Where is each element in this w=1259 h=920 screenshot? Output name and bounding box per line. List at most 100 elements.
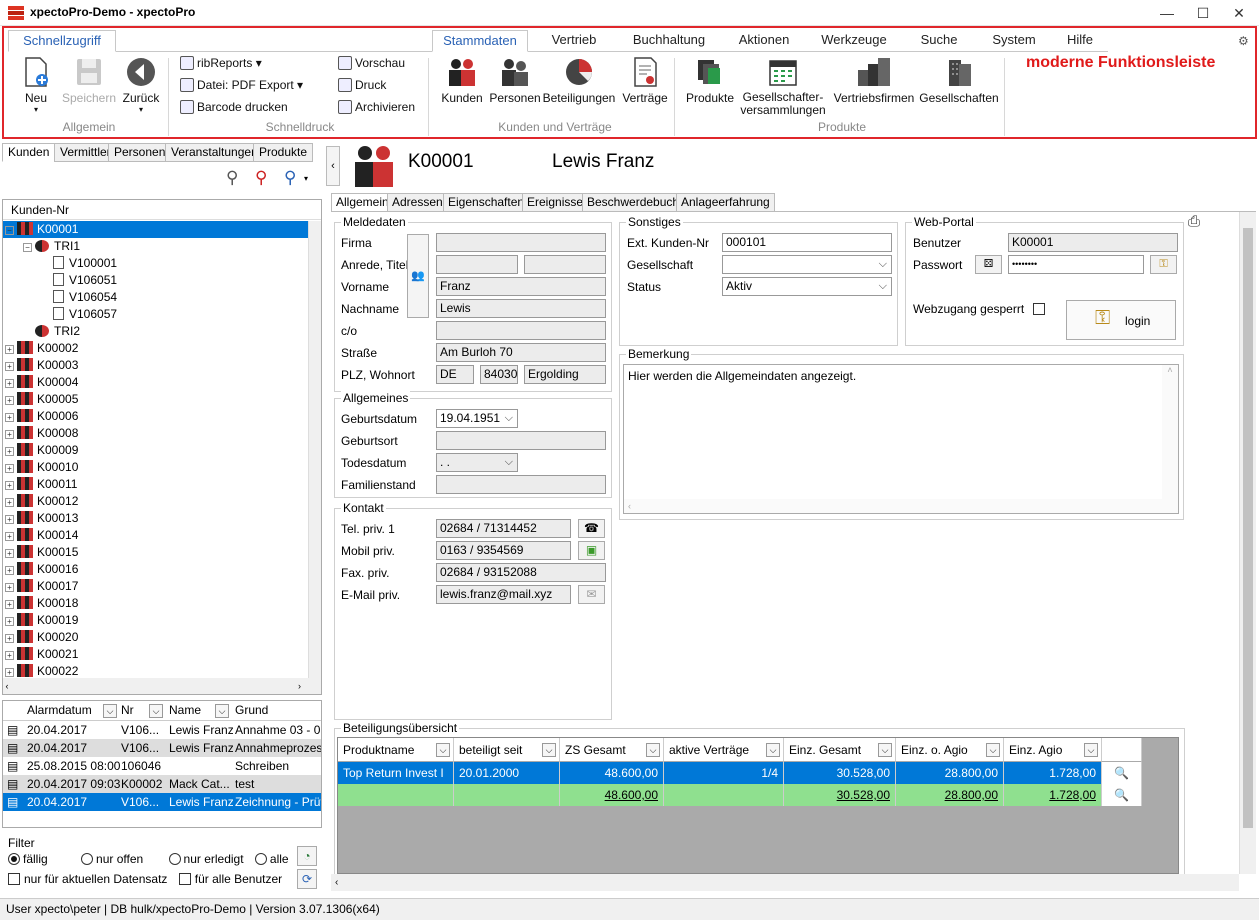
expand-icon[interactable]: + <box>5 600 14 609</box>
benutzer-field[interactable]: K00001 <box>1008 233 1178 252</box>
tree-vscrollbar[interactable] <box>308 221 321 678</box>
mail-icon[interactable]: ✉ <box>578 585 605 604</box>
col-aktive-vertraege[interactable]: aktive Verträge ⌵ <box>664 738 784 762</box>
tree-item[interactable]: + K00003 <box>3 357 309 374</box>
alarm-row[interactable]: ▤ 20.04.2017 V106... Lewis Franz Zeichnung -… <box>3 793 321 811</box>
tree-item[interactable]: + K00015 <box>3 544 309 561</box>
generate-password-icon[interactable]: ⚄ <box>975 255 1002 274</box>
tree-item[interactable]: V106054 <box>3 289 309 306</box>
tree-item[interactable]: + K00021 <box>3 646 309 663</box>
alarm-row[interactable]: ▤ 20.04.2017 V106... Lewis Franz Annahmeproz… <box>3 739 321 757</box>
expand-icon[interactable]: + <box>5 464 14 473</box>
email-field[interactable]: lewis.franz@mail.xyz <box>436 585 571 604</box>
alarm-row[interactable]: ▤ 20.04.2017 09:03 K00002 Mack Cat... test <box>3 775 321 793</box>
tree-item[interactable]: V106051 <box>3 272 309 289</box>
expand-icon[interactable]: + <box>5 430 14 439</box>
zurueck-button[interactable]: Zurück ▾ <box>118 56 164 114</box>
tab-aktionen[interactable]: Aktionen <box>724 30 804 52</box>
kunden-button[interactable]: Kunden <box>437 56 487 105</box>
tree-hscrollbar[interactable]: ‹ › <box>3 678 321 694</box>
radio-nur-offen[interactable]: nur offen <box>81 852 143 866</box>
col-zs-gesamt[interactable]: ZS Gesamt ⌵ <box>560 738 664 762</box>
column-filter-icon[interactable]: ⌵ <box>542 743 556 757</box>
tel-field[interactable]: 02684 / 71314452 <box>436 519 571 538</box>
close-button[interactable]: ✕ <box>1222 0 1256 26</box>
main-vscrollbar[interactable] <box>1239 212 1256 874</box>
tab-schnellzugriff[interactable]: Schnellzugriff <box>8 30 116 52</box>
geburtsdatum-picker[interactable]: 19.04.1951 <box>436 409 518 428</box>
tree-item[interactable]: + K00009 <box>3 442 309 459</box>
tab-allgemein[interactable]: Allgemein <box>331 193 394 212</box>
expand-icon[interactable]: + <box>5 515 14 524</box>
column-filter-icon[interactable]: ⌵ <box>646 743 660 757</box>
key-icon[interactable]: ⚿ <box>1150 255 1177 274</box>
vertraege-button[interactable]: Verträge <box>618 56 672 105</box>
fax-field[interactable]: 02684 / 93152088 <box>436 563 606 582</box>
expand-icon[interactable]: + <box>5 345 14 354</box>
todesdatum-picker[interactable]: . . <box>436 453 518 472</box>
tree-item[interactable]: TRI2 <box>3 323 309 340</box>
person-select-button[interactable]: 👥 <box>407 234 429 318</box>
expand-icon[interactable]: + <box>5 447 14 456</box>
left-tab-veranstaltungen[interactable]: Veranstaltungen <box>165 143 264 162</box>
ribbon-settings-icon[interactable]: ⚙ <box>1238 34 1249 48</box>
col-produktname[interactable]: Produktname ⌵ <box>338 738 454 762</box>
tree-item[interactable]: − K00001 <box>3 221 309 238</box>
tree-item[interactable]: + K00008 <box>3 425 309 442</box>
alarm-row[interactable]: ▤ 25.08.2015 08:00 106046 Schreiben <box>3 757 321 775</box>
column-filter-icon[interactable]: ⌵ <box>103 704 117 718</box>
sum-detail-icon[interactable]: 🔍 <box>1102 784 1142 806</box>
ort-field[interactable]: Ergolding <box>524 365 606 384</box>
tree-item[interactable]: − TRI1 <box>3 238 309 255</box>
nachname-field[interactable]: Lewis <box>436 299 606 318</box>
expand-icon[interactable]: + <box>5 362 14 371</box>
expand-icon[interactable]: + <box>5 583 14 592</box>
pdf-export-button[interactable]: Datei: PDF Export ▾ <box>180 75 303 95</box>
tree-item[interactable]: + K00013 <box>3 510 309 527</box>
status-select[interactable]: Aktiv <box>722 277 892 296</box>
vertriebsfirmen-button[interactable]: Vertriebsfirmen <box>830 56 918 105</box>
gesellschafterversammlungen-button[interactable]: Gesellschafter- versammlungen <box>738 56 828 117</box>
gesellschaften-button[interactable]: Gesellschaften <box>918 56 1000 105</box>
expand-icon[interactable]: + <box>5 634 14 643</box>
sms-icon[interactable]: ▣ <box>578 541 605 560</box>
timer-button[interactable]: ◔ <box>297 846 317 866</box>
expand-icon[interactable]: + <box>5 379 14 388</box>
refresh-button[interactable]: ⟳ <box>297 869 317 889</box>
left-tab-kunden[interactable]: Kunden <box>2 143 56 162</box>
speichern-button[interactable]: Speichern <box>58 56 120 105</box>
tree-item[interactable]: + K00019 <box>3 612 309 629</box>
tree-item[interactable]: + K00010 <box>3 459 309 476</box>
plz-field[interactable]: 84030 <box>480 365 518 384</box>
search-icon[interactable]: ⚲ <box>226 168 238 188</box>
expand-icon[interactable]: + <box>5 532 14 541</box>
check-aktueller-datensatz[interactable]: nur für aktuellen Datensatz <box>8 872 167 886</box>
tab-beschwerdebuch[interactable]: Beschwerdebuch <box>582 193 685 212</box>
gesellschaft-select[interactable] <box>722 255 892 274</box>
expand-icon[interactable]: + <box>5 413 14 422</box>
archivieren-button[interactable]: Archivieren <box>338 97 415 117</box>
mobil-field[interactable]: 0163 / 9354569 <box>436 541 571 560</box>
col-einz-gesamt[interactable]: Einz. Gesamt ⌵ <box>784 738 896 762</box>
ribreports-button[interactable]: ribReports ▾ <box>180 53 262 73</box>
expand-icon[interactable]: + <box>5 481 14 490</box>
tree-item[interactable]: V106057 <box>3 306 309 323</box>
druck-button[interactable]: Druck <box>338 75 386 95</box>
tree-item[interactable]: + K00012 <box>3 493 309 510</box>
tab-vertrieb[interactable]: Vertrieb <box>534 30 614 52</box>
tab-eigenschaften[interactable]: Eigenschaften <box>443 193 530 212</box>
bemerkung-textarea[interactable]: Hier werden die Allgemeindaten angezeigt… <box>623 364 1179 514</box>
login-button[interactable]: ⚿ login <box>1066 300 1176 340</box>
land-field[interactable]: DE <box>436 365 474 384</box>
tab-buchhaltung[interactable]: Buchhaltung <box>619 30 719 52</box>
expand-icon[interactable]: + <box>5 651 14 660</box>
tree-item[interactable]: + K00011 <box>3 476 309 493</box>
tab-suche[interactable]: Suche <box>904 30 974 52</box>
expand-icon[interactable]: + <box>5 549 14 558</box>
alarm-row[interactable]: ▤ 20.04.2017 V106... Lewis Franz Annahme 03 … <box>3 721 321 739</box>
personen-button[interactable]: Personen <box>487 56 543 105</box>
column-filter-icon[interactable]: ⌵ <box>878 743 892 757</box>
tab-adressen[interactable]: Adressen <box>387 193 448 212</box>
column-filter-icon[interactable]: ⌵ <box>149 704 163 718</box>
bemerkung-hscrollbar[interactable]: ‹ <box>624 499 1178 513</box>
